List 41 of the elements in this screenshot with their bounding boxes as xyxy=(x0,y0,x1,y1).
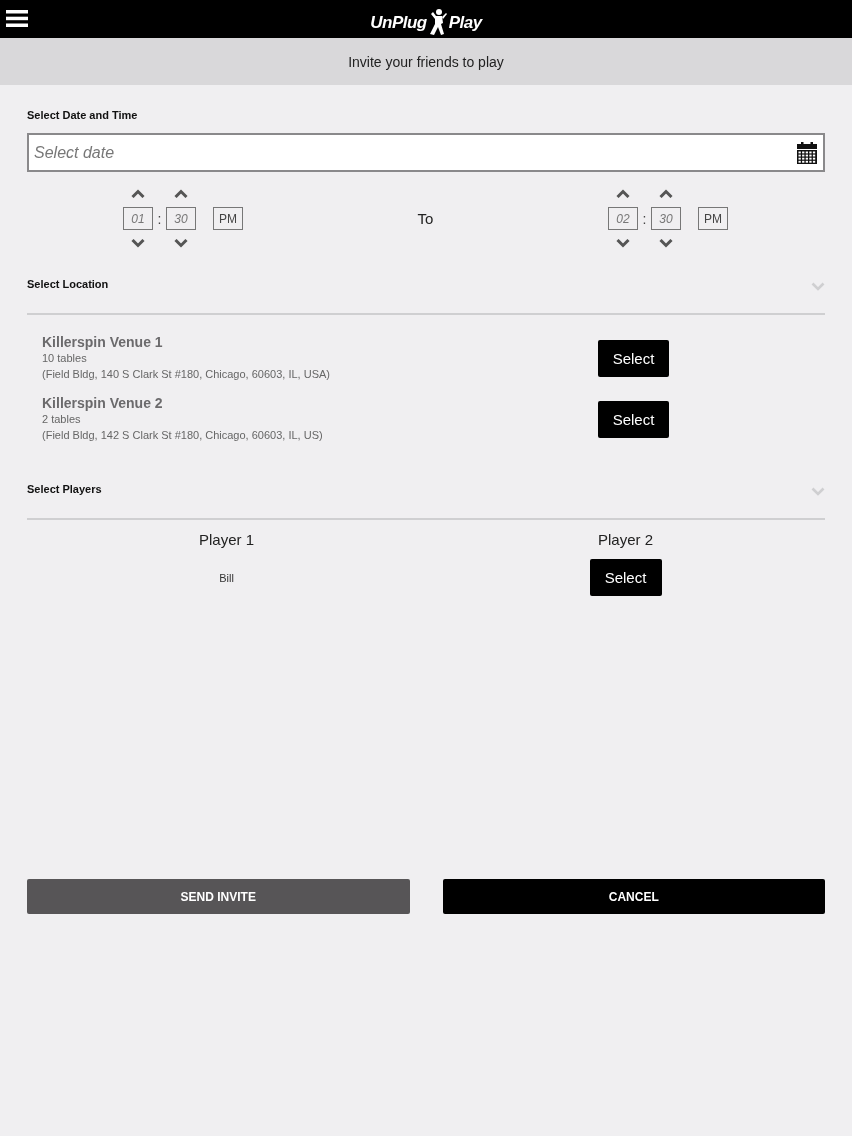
venue-address: (Field Bldg, 142 S Clark St #180, Chicago, 60603, IL, US) xyxy=(42,428,323,443)
player-name: Bill xyxy=(219,571,234,584)
to-label: To xyxy=(417,210,434,227)
select-button[interactable]: Select xyxy=(598,339,669,377)
player-title: Player 1 xyxy=(199,531,254,549)
cancel-button[interactable]: CANCEL xyxy=(442,879,825,914)
am-pm-toggle[interactable]: PM xyxy=(698,207,728,230)
minute-field[interactable]: 30 xyxy=(166,207,196,230)
chevron-up-icon[interactable] xyxy=(174,189,188,198)
logo-text: UnPlug xyxy=(370,13,427,34)
player-title: Player 2 xyxy=(598,531,653,549)
time-separator: : xyxy=(641,210,648,227)
hour-field[interactable]: 01 xyxy=(123,207,153,230)
chevron-up-icon[interactable] xyxy=(616,189,630,198)
player-silhouette-icon xyxy=(427,8,448,36)
calendar-icon[interactable] xyxy=(797,142,817,164)
send-invite-button[interactable]: SEND INVITE xyxy=(27,879,410,914)
section-label: Select Location xyxy=(27,278,109,290)
date-field[interactable]: Select date xyxy=(27,133,825,172)
select-button[interactable]: Select xyxy=(589,559,662,596)
section-label: Select Players xyxy=(27,483,102,495)
select-button[interactable]: Select xyxy=(598,400,669,438)
venue-name: Killerspin Venue 2 xyxy=(42,395,163,411)
chevron-down-icon[interactable] xyxy=(174,239,188,248)
minute-field[interactable]: 30 xyxy=(651,207,681,230)
am-pm-toggle[interactable]: PM xyxy=(213,207,243,230)
chevron-down-icon[interactable] xyxy=(616,239,630,248)
chevron-down-icon[interactable] xyxy=(659,239,673,248)
venue-address: (Field Bldg, 140 S Clark St #180, Chicago, 60603, IL, USA) xyxy=(42,367,330,382)
venue-tables: 10 tables xyxy=(42,350,87,366)
logo-text: Play xyxy=(448,13,482,34)
chevron-down-icon[interactable] xyxy=(131,239,145,248)
menu-icon[interactable] xyxy=(6,10,28,27)
chevron-up-icon[interactable] xyxy=(131,189,145,198)
page-title: Invite your friends to play xyxy=(348,53,504,70)
section-label: Select Date and Time xyxy=(27,109,138,121)
venue-name: Killerspin Venue 1 xyxy=(42,334,163,350)
chevron-up-icon[interactable] xyxy=(659,189,673,198)
time-separator: : xyxy=(156,210,163,227)
hour-field[interactable]: 02 xyxy=(608,207,638,230)
venue-tables: 2 tables xyxy=(42,411,81,427)
